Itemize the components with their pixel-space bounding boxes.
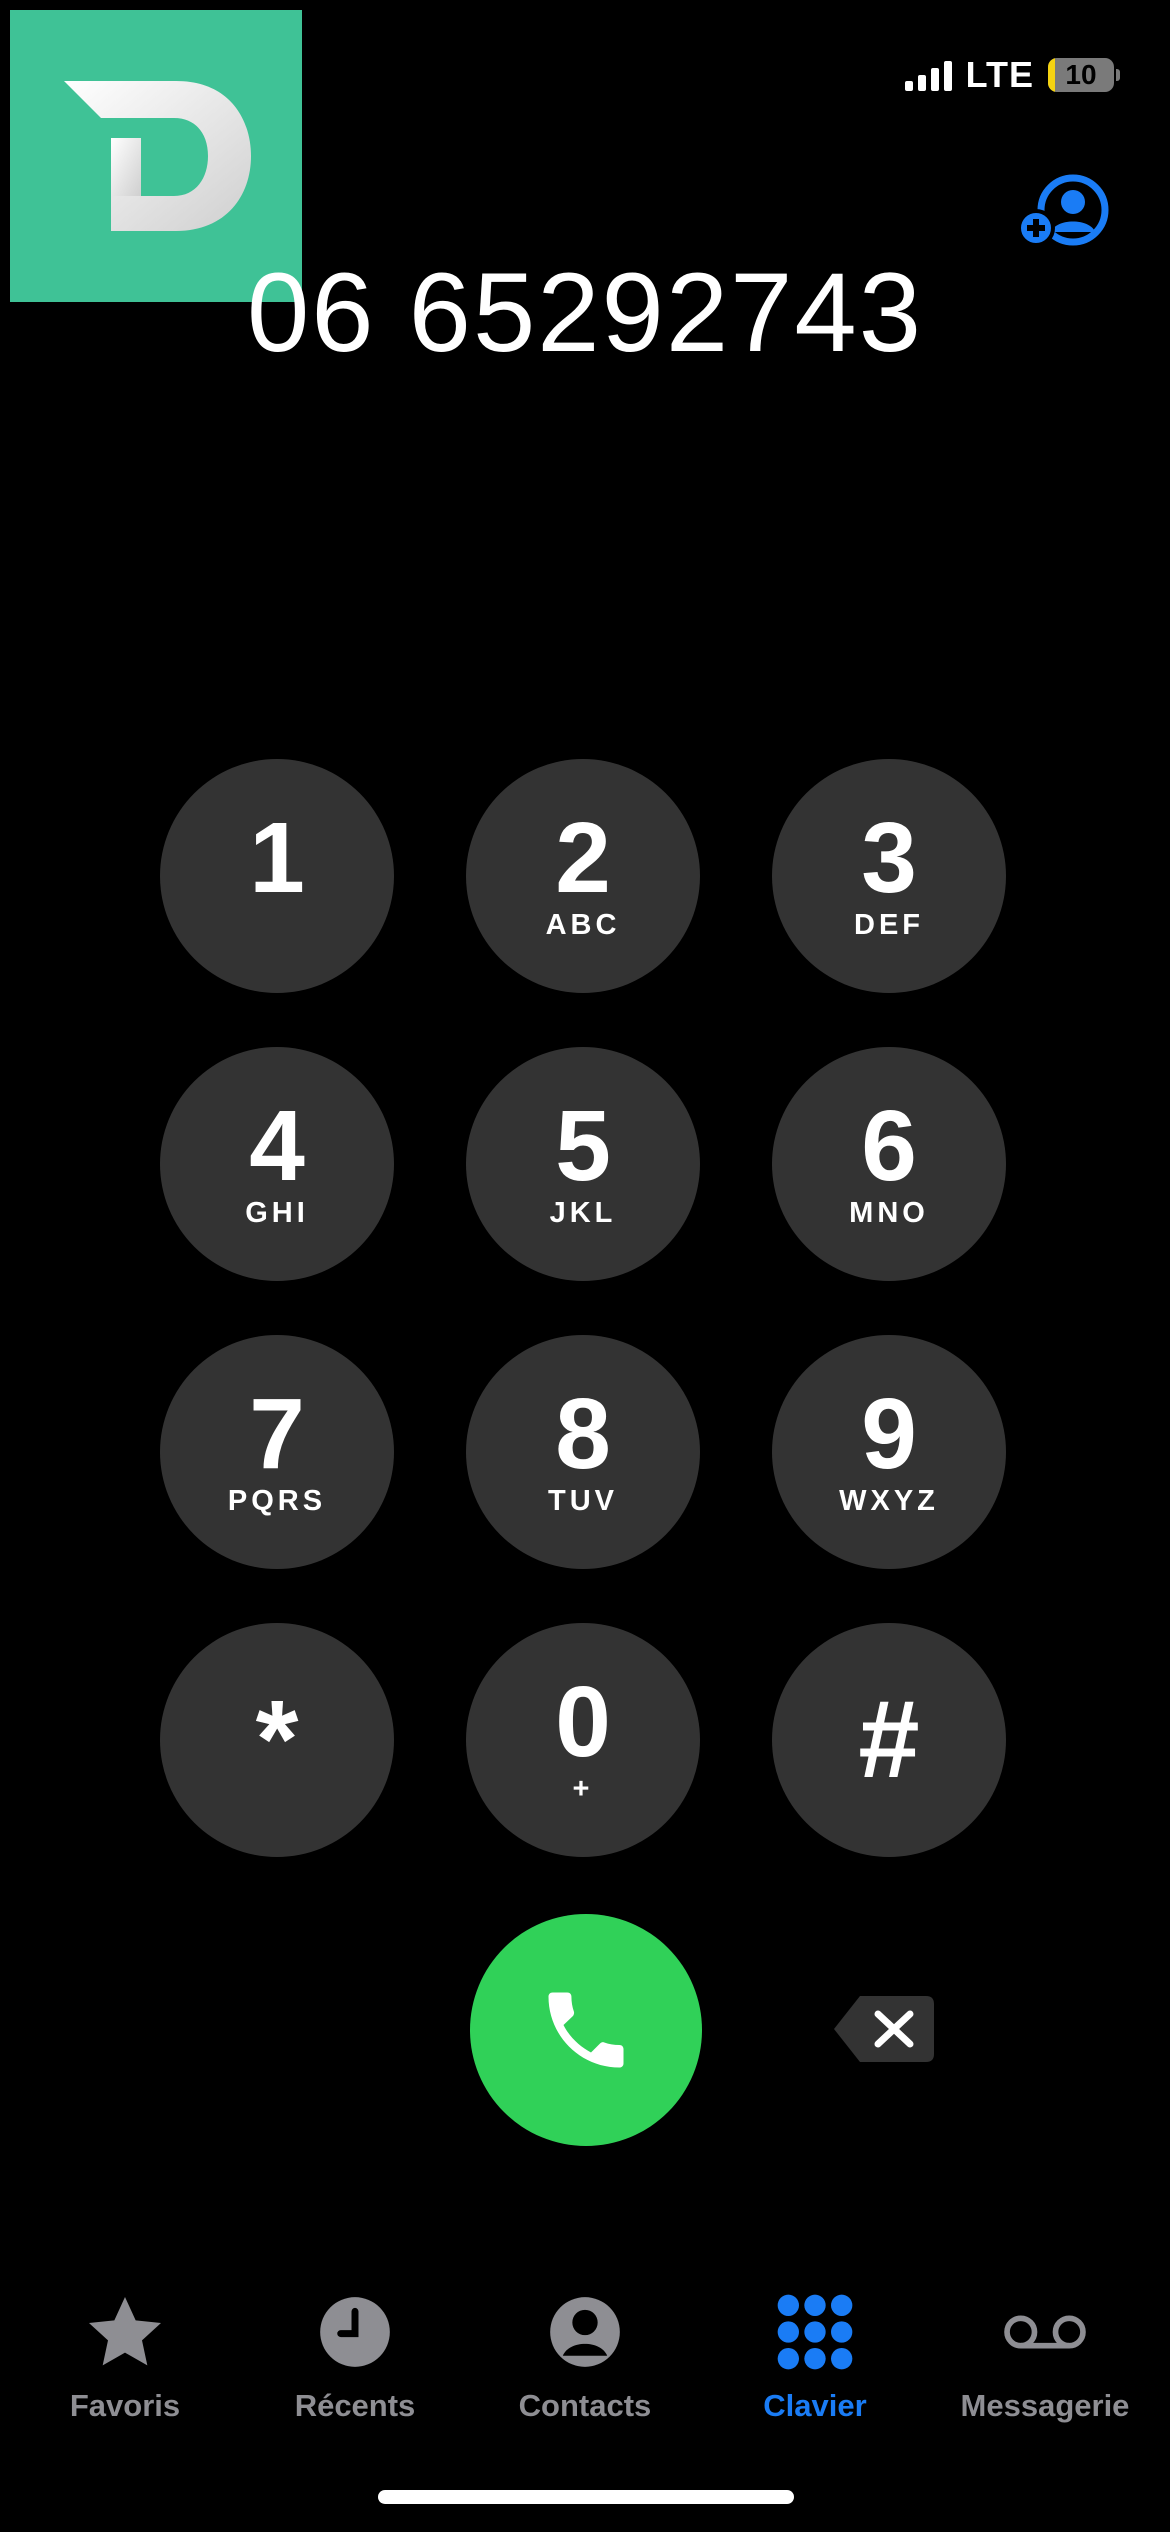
key-digit: 0 — [555, 1666, 611, 1778]
key-digit: # — [858, 1678, 920, 1801]
battery-tip — [1116, 69, 1120, 81]
key-letters: DEF — [854, 909, 924, 941]
status-bar: LTE 10 — [904, 50, 1120, 100]
key-letters: MNO — [849, 1197, 929, 1229]
key-letters: JKL — [549, 1197, 617, 1229]
tab-bar: Favoris Récents Contacts Clavier Message… — [0, 2290, 1170, 2424]
tab-label: Récents — [294, 2388, 416, 2423]
key-3[interactable]: 3 DEF — [772, 759, 1006, 993]
tab-label: Messagerie — [960, 2388, 1130, 2423]
delete-button[interactable] — [830, 1992, 938, 2066]
key-4[interactable]: 4 GHI — [160, 1047, 394, 1281]
key-letters: TUV — [548, 1485, 618, 1517]
tab-clavier[interactable]: Clavier — [715, 2290, 915, 2424]
key-digit: 9 — [861, 1378, 917, 1490]
phone-icon — [548, 1992, 624, 2068]
clock-icon — [313, 2290, 397, 2374]
call-button[interactable] — [470, 1914, 702, 2146]
voicemail-icon — [1003, 2290, 1087, 2374]
key-1[interactable]: 1 — [160, 759, 394, 993]
keypad-icon — [773, 2290, 857, 2374]
key-digit: 4 — [249, 1090, 305, 1202]
key-letters: + — [572, 1773, 594, 1805]
tab-label: Contacts — [518, 2388, 652, 2423]
tab-recents[interactable]: Récents — [255, 2290, 455, 2424]
tab-contacts[interactable]: Contacts — [485, 2290, 685, 2424]
key-star[interactable]: * — [160, 1623, 394, 1857]
home-indicator[interactable] — [378, 2490, 794, 2504]
key-digit: 3 — [861, 802, 917, 914]
key-digit: 8 — [555, 1378, 611, 1490]
tab-messagerie[interactable]: Messagerie — [945, 2290, 1145, 2424]
key-digit: 5 — [555, 1090, 611, 1202]
key-letters: GHI — [245, 1197, 309, 1229]
tab-label: Clavier — [763, 2388, 867, 2423]
person-icon — [543, 2290, 627, 2374]
key-2[interactable]: 2 ABC — [466, 759, 700, 993]
tab-label: Favoris — [69, 2388, 181, 2423]
key-digit: 7 — [249, 1378, 305, 1490]
key-digit: 6 — [861, 1090, 917, 1202]
battery-icon: 10 — [1048, 58, 1114, 92]
key-5[interactable]: 5 JKL — [466, 1047, 700, 1281]
key-7[interactable]: 7 PQRS — [160, 1335, 394, 1569]
logo-d-icon — [64, 81, 251, 231]
key-6[interactable]: 6 MNO — [772, 1047, 1006, 1281]
key-0[interactable]: 0 + — [466, 1623, 700, 1857]
network-type: LTE — [965, 54, 1034, 95]
star-icon — [83, 2290, 167, 2374]
battery-level: 10 — [1065, 59, 1097, 90]
key-letters: ABC — [545, 909, 621, 941]
signal-icon — [904, 59, 952, 91]
key-digit: 1 — [249, 802, 305, 914]
key-9[interactable]: 9 WXYZ — [772, 1335, 1006, 1569]
backspace-icon — [834, 1996, 934, 2062]
key-pound[interactable]: # — [772, 1623, 1006, 1857]
key-8[interactable]: 8 TUV — [466, 1335, 700, 1569]
keypad: 1 2 ABC 3 DEF 4 GHI 5 JKL 6 MNO 7 PQRS 8… — [160, 759, 1010, 1857]
key-letters: PQRS — [227, 1485, 327, 1517]
key-letters: WXYZ — [839, 1485, 939, 1517]
key-digit: * — [255, 1678, 299, 1801]
key-digit: 2 — [555, 802, 611, 914]
tab-favoris[interactable]: Favoris — [25, 2290, 225, 2424]
dialed-number: 06 65292743 — [246, 250, 923, 375]
